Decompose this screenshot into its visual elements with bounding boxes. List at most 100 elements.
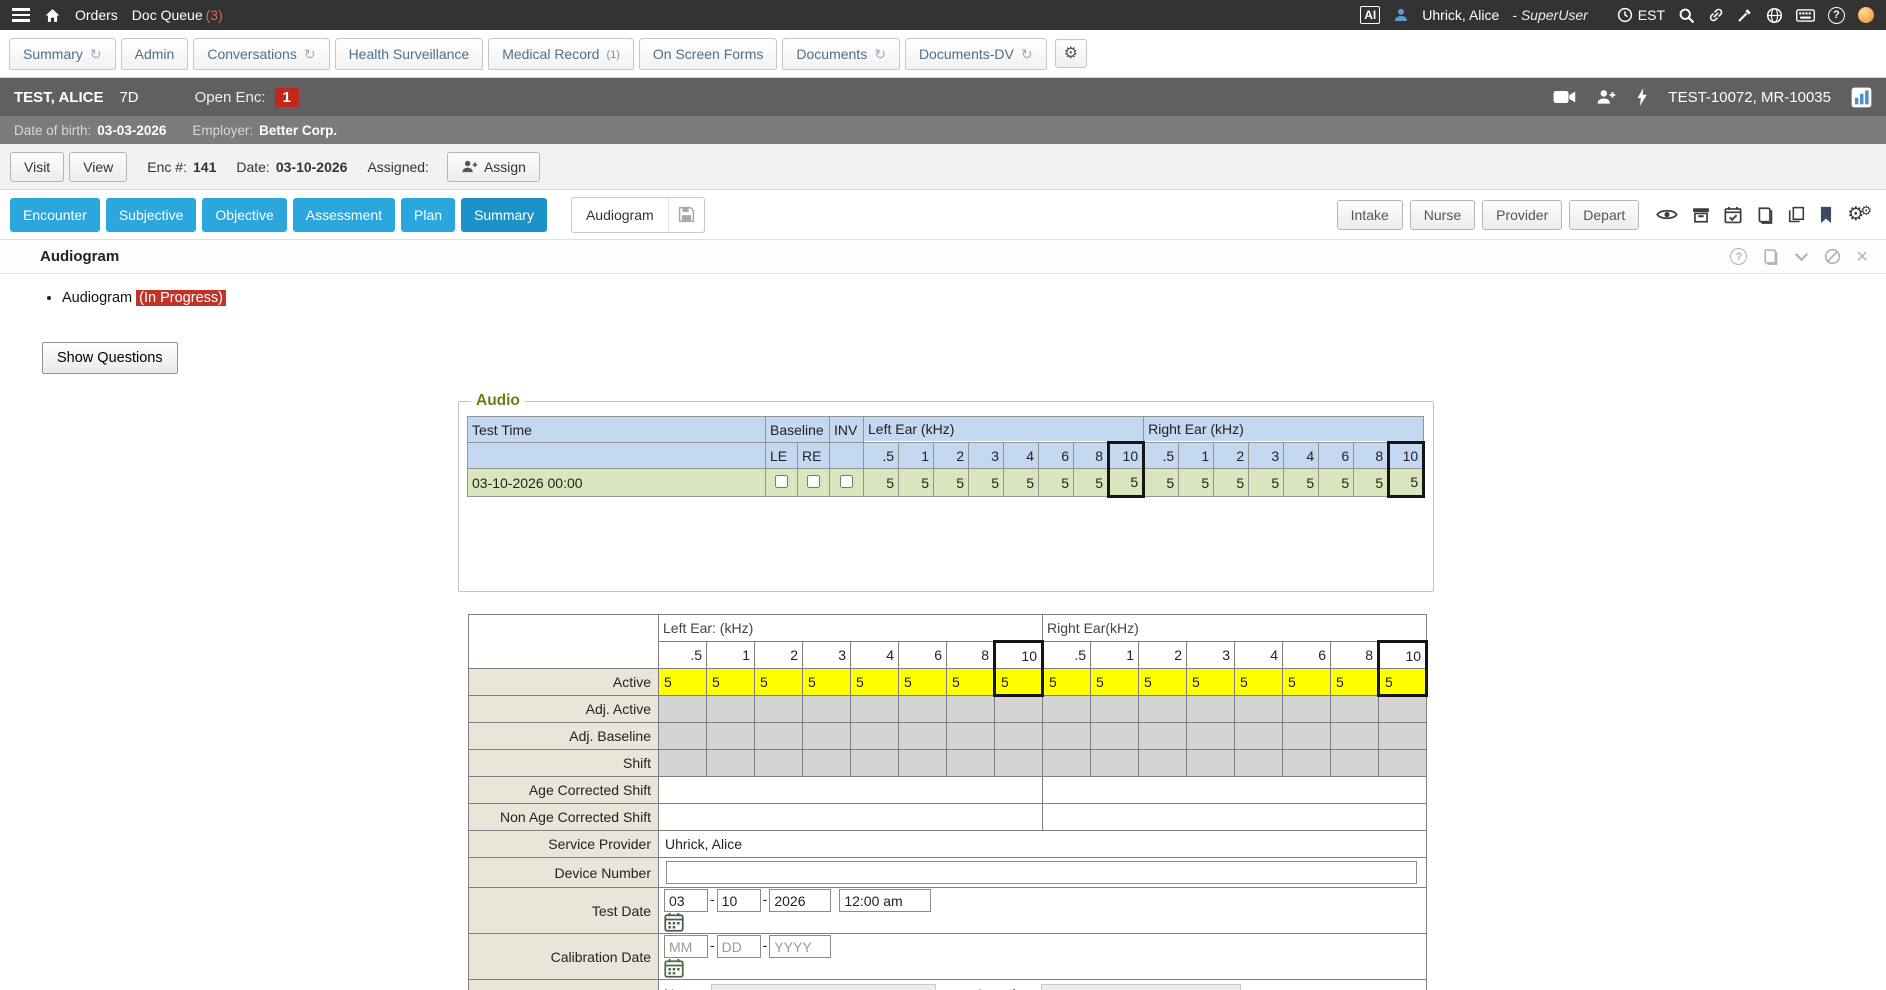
active-cell[interactable]: 5 xyxy=(1235,669,1283,696)
assign-button[interactable]: Assign xyxy=(447,152,540,182)
view-button[interactable]: View xyxy=(69,152,127,182)
active-cell[interactable]: 5 xyxy=(947,669,995,696)
tab-documents-dv[interactable]: Documents-DV ↻ xyxy=(905,38,1047,70)
power-icon[interactable] xyxy=(1858,7,1874,23)
outside-service-provider-label: Outside Service Provider xyxy=(469,980,659,990)
eye-icon[interactable] xyxy=(1656,208,1678,221)
keyboard-icon[interactable] xyxy=(1796,9,1815,22)
link-icon[interactable] xyxy=(1708,7,1724,23)
tab-conversations[interactable]: Conversations ↻ xyxy=(193,38,329,70)
assessment-button[interactable]: Assessment xyxy=(293,198,395,232)
baseline-le-checkbox[interactable] xyxy=(775,475,788,488)
book-icon[interactable] xyxy=(1762,248,1779,265)
refresh-icon[interactable]: ↻ xyxy=(90,48,102,60)
objective-button[interactable]: Objective xyxy=(202,198,286,232)
freq-header: .5 xyxy=(864,443,899,469)
show-questions-button[interactable]: Show Questions xyxy=(42,342,178,374)
depart-button[interactable]: Depart xyxy=(1569,200,1639,230)
active-cell[interactable]: 5 xyxy=(1283,669,1331,696)
video-camera-icon[interactable] xyxy=(1553,90,1576,104)
test-date-day-input[interactable] xyxy=(717,889,761,912)
test-date-year-input[interactable] xyxy=(769,889,831,912)
page-title: Audiogram xyxy=(40,248,119,265)
col-le: LE xyxy=(766,443,798,469)
baseline-re-checkbox[interactable] xyxy=(807,475,820,488)
summary-button[interactable]: Summary xyxy=(461,198,547,232)
nurse-button[interactable]: Nurse xyxy=(1410,200,1475,230)
ai-badge[interactable]: AI xyxy=(1360,6,1380,24)
chart-icon[interactable] xyxy=(1851,87,1872,108)
audiogram-item-link[interactable]: Audiogram xyxy=(62,290,132,306)
copy-icon[interactable] xyxy=(1788,206,1805,223)
test-time-value[interactable]: 03-10-2026 00:00 xyxy=(468,469,766,497)
timezone-selector[interactable]: EST xyxy=(1617,7,1665,23)
subjective-button[interactable]: Subjective xyxy=(106,198,197,232)
encounter-button[interactable]: Encounter xyxy=(10,198,100,232)
active-cell[interactable]: 5 xyxy=(1139,669,1187,696)
help-icon[interactable]: ? xyxy=(1828,7,1845,24)
topbar: Orders Doc Queue(3) AI Uhrick, Alice - S… xyxy=(0,0,1886,30)
plan-button[interactable]: Plan xyxy=(401,198,455,232)
tab-on-screen-forms[interactable]: On Screen Forms xyxy=(639,38,777,70)
tab-medical-record[interactable]: Medical Record (1) xyxy=(488,38,634,70)
topbar-item-orders[interactable]: Orders xyxy=(75,7,118,23)
calendar-check-icon[interactable] xyxy=(1724,206,1742,224)
search-icon[interactable] xyxy=(1678,7,1695,24)
active-cell[interactable]: 5 xyxy=(659,669,707,696)
active-cell-10-highlighted[interactable]: 5 xyxy=(995,669,1043,696)
active-cell[interactable]: 5 xyxy=(1043,669,1091,696)
block-icon[interactable] xyxy=(1824,248,1841,265)
active-cell[interactable]: 5 xyxy=(851,669,899,696)
active-cell-10-highlighted[interactable]: 5 xyxy=(1379,669,1427,696)
tab-health-surveillance[interactable]: Health Surveillance xyxy=(335,38,484,70)
device-number-input[interactable] xyxy=(666,861,1417,884)
chevron-down-icon[interactable] xyxy=(1794,252,1809,262)
active-cell[interactable]: 5 xyxy=(1187,669,1235,696)
tab-admin[interactable]: Admin xyxy=(121,38,189,70)
audiogram-doc-tab[interactable]: Audiogram xyxy=(571,197,705,233)
archive-icon[interactable] xyxy=(1692,206,1710,224)
test-date-month-input[interactable] xyxy=(664,889,708,912)
refresh-icon[interactable]: ↻ xyxy=(874,48,886,60)
gears-icon[interactable]: ⚙⚙ xyxy=(1847,203,1872,226)
topbar-item-doc-queue[interactable]: Doc Queue(3) xyxy=(132,7,223,23)
calibration-date-row: Calibration Date -- xyxy=(469,934,1427,980)
active-cell[interactable]: 5 xyxy=(1331,669,1379,696)
calibration-day-input[interactable] xyxy=(717,935,761,958)
menu-icon[interactable] xyxy=(12,8,30,22)
lightning-icon[interactable] xyxy=(1636,88,1648,106)
active-cell[interactable]: 5 xyxy=(803,669,851,696)
active-cell[interactable]: 5 xyxy=(755,669,803,696)
globe-icon[interactable] xyxy=(1766,7,1783,24)
open-enc-badge[interactable]: 1 xyxy=(275,88,299,107)
test-time-input[interactable] xyxy=(839,889,931,912)
inv-checkbox[interactable] xyxy=(840,475,853,488)
refresh-icon[interactable]: ↻ xyxy=(1021,48,1033,60)
calendar-icon[interactable] xyxy=(664,912,1422,932)
visit-button[interactable]: Visit xyxy=(10,152,64,182)
tools-icon[interactable] xyxy=(1737,7,1753,23)
close-icon[interactable]: × xyxy=(1856,249,1868,265)
tab-settings-button[interactable]: ⚙ xyxy=(1055,39,1087,68)
provider-button[interactable]: Provider xyxy=(1482,200,1562,230)
active-cell[interactable]: 5 xyxy=(1091,669,1139,696)
intake-button[interactable]: Intake xyxy=(1337,200,1403,230)
outside-service-provider-row: Outside Service Provider Name:Location: xyxy=(469,980,1427,990)
add-user-icon[interactable] xyxy=(1596,89,1616,105)
dob-value: 03-03-2026 xyxy=(97,123,166,138)
home-icon[interactable] xyxy=(44,7,61,24)
active-cell[interactable]: 5 xyxy=(707,669,755,696)
tab-summary[interactable]: Summary ↻ xyxy=(9,38,116,70)
bookmark-icon[interactable] xyxy=(1819,206,1833,224)
active-cell[interactable]: 5 xyxy=(899,669,947,696)
calibration-month-input[interactable] xyxy=(664,935,708,958)
calibration-year-input[interactable] xyxy=(769,935,831,958)
save-icon[interactable] xyxy=(668,198,704,232)
help-circle-icon[interactable]: ? xyxy=(1730,248,1747,265)
refresh-icon[interactable]: ↻ xyxy=(304,48,316,60)
tab-documents[interactable]: Documents ↻ xyxy=(782,38,900,70)
calendar-icon[interactable] xyxy=(664,958,1422,978)
user-name[interactable]: Uhrick, Alice xyxy=(1422,7,1499,23)
books-icon[interactable] xyxy=(1756,206,1774,224)
left-value: 5 xyxy=(969,469,1004,497)
